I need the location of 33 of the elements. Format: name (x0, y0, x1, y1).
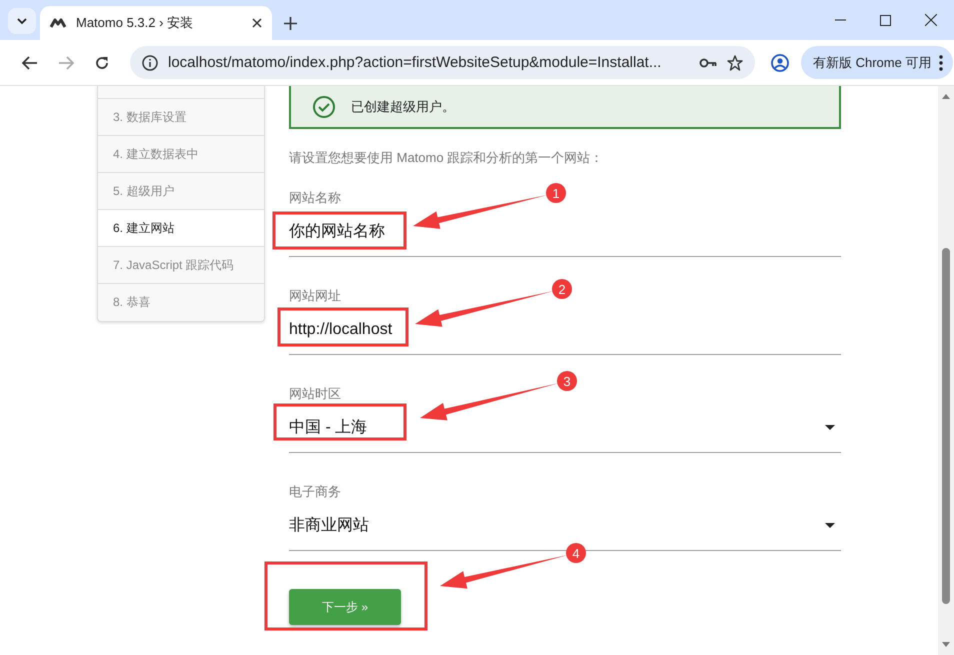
maximize-icon[interactable] (880, 14, 891, 26)
check-circle-icon (313, 96, 335, 118)
logo-icon (50, 17, 66, 29)
minimize-icon[interactable] (835, 19, 846, 21)
info-icon[interactable] (142, 54, 158, 70)
step-item[interactable]: 6. 建立网站 (98, 210, 264, 247)
tab-title: Matomo 5.3.2 › 安装 (76, 14, 194, 32)
update-chrome-button[interactable]: 有新版 Chrome 可用 (801, 46, 954, 79)
more-icon (939, 54, 944, 70)
key-icon[interactable] (699, 58, 717, 68)
address-bar[interactable]: localhost/matomo/index.php?action=firstWebsiteSetup&module=Installat... (130, 46, 755, 79)
field-label: 电子商务 (289, 484, 341, 500)
field-label: 网站时区 (289, 386, 341, 402)
star-icon[interactable] (727, 54, 743, 70)
caret-icon (16, 17, 28, 25)
close-icon[interactable] (252, 18, 262, 28)
reload-icon[interactable] (95, 56, 109, 70)
browser-tab[interactable]: Matomo 5.3.2 › 安装 (40, 6, 272, 40)
dropdown-caret-icon (825, 425, 835, 430)
field-label: 网站网址 (289, 288, 341, 304)
field-label: 网站名称 (289, 190, 341, 206)
plus-icon[interactable] (284, 16, 297, 30)
number-badge: 3 (557, 371, 577, 391)
profile-icon[interactable] (771, 54, 789, 72)
back-arrow-icon[interactable] (22, 56, 38, 70)
number-badge: 2 (552, 279, 572, 299)
close-icon[interactable] (925, 14, 937, 26)
number-badge: 1 (546, 183, 566, 203)
dropdown-caret-icon (825, 523, 835, 528)
number-badge: 4 (566, 543, 586, 563)
tab-search-button[interactable] (8, 8, 36, 34)
success-message: 已创建超级用户。 (351, 98, 455, 116)
intro-text: 请设置您想要使用 Matomo 跟踪和分析的第一个网站： (289, 150, 604, 166)
